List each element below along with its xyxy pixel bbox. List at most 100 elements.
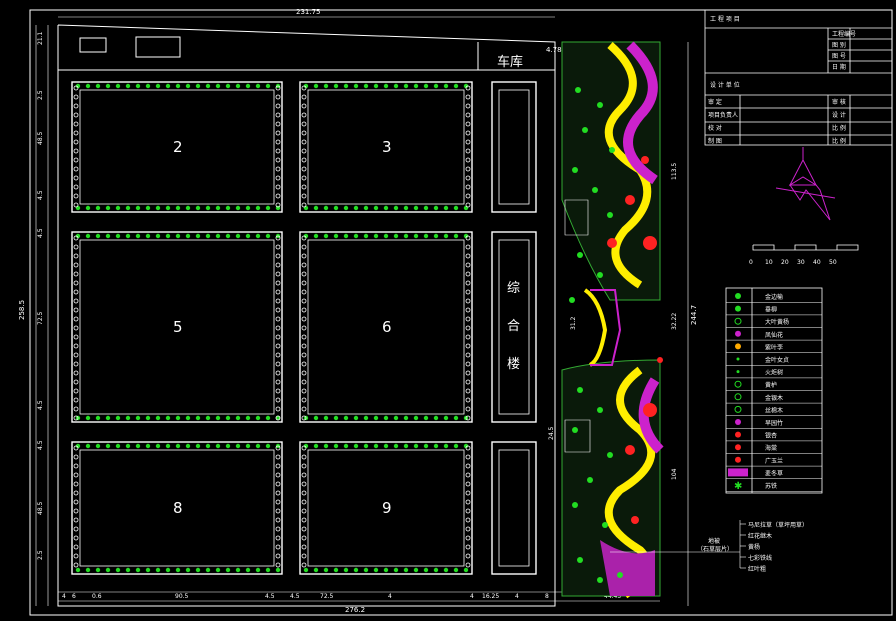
callout-item: 马尼拉草（草坪用草）	[748, 521, 808, 529]
title-block	[704, 9, 893, 146]
dim-bottom-label: 90.5	[175, 593, 189, 600]
callout-left-2: （石草层片）	[697, 545, 733, 553]
building-blocks: 2 3 5 6 8 9	[71, 81, 537, 575]
landscape-site-plan: 车库 2 3 5 6 8 9 综 合 楼 231.75 276.2 258.5 244.7…	[18, 8, 893, 616]
legend-label: 早园竹	[765, 419, 783, 427]
block-label-3: 3	[382, 138, 392, 156]
legend-label: 广玉兰	[765, 457, 783, 465]
plant-dot	[575, 87, 581, 93]
callout-item: 红花继木	[748, 532, 772, 540]
dim-bottom-label: 6	[72, 593, 76, 600]
dim-right-label: 104	[671, 468, 678, 480]
dim-bottom-label: 72.5	[320, 593, 334, 600]
block-6: 6	[299, 231, 473, 423]
legend-symbol	[734, 380, 742, 388]
title-mid-left-label: 审 定	[708, 98, 722, 106]
legend-symbol	[736, 357, 740, 361]
dim-bottom-label: 4.5	[290, 593, 300, 600]
plant-dot	[597, 272, 603, 278]
legend-item: 麦冬草	[726, 468, 822, 479]
scale-tick-label: 50	[829, 259, 837, 266]
dim-right-label: 32.22	[671, 313, 678, 330]
legend-label: 银杏	[765, 432, 777, 440]
complex-label-1: 综	[507, 281, 520, 296]
title-right-label: 工程编号	[832, 30, 856, 38]
title-mid-left-label: 校 对	[708, 124, 722, 132]
plant-dot	[597, 407, 603, 413]
dim-bottom-total: 276.2	[345, 606, 365, 614]
dim-left-label: 4.5	[37, 228, 44, 238]
legend-item: 银杏	[726, 431, 822, 442]
dim-right-total: 244.7	[690, 305, 698, 325]
legend-label: 海棠	[765, 444, 777, 452]
legend-label: 紫叶李	[765, 343, 783, 351]
plant-dot	[582, 127, 588, 133]
callout-item: 七彩铁线	[748, 554, 772, 562]
title-mid-right-label: 比 例	[832, 124, 846, 132]
legend-label: 苏铁	[765, 482, 777, 490]
legend-symbol	[734, 317, 742, 325]
legend-symbol	[735, 444, 741, 451]
side-block	[491, 441, 537, 575]
dim-right-label: 113.5	[671, 163, 678, 180]
plant-dot	[577, 387, 583, 393]
legend-label: 黄栌	[765, 381, 777, 389]
legend-item: 金银木	[726, 393, 822, 404]
dim-left-label: 2.5	[37, 90, 44, 100]
dim-left-label: 4.5	[37, 190, 44, 200]
scale-bar-ticks: 0 10 20 30 40 50	[749, 259, 837, 266]
block-9: 9	[299, 441, 473, 575]
dim-top-total: 231.75	[296, 8, 321, 16]
legend-label: 丝棉木	[765, 406, 783, 414]
dim-right-label: 31.2	[570, 316, 577, 330]
dim-right-label: 24.5	[548, 426, 555, 440]
plant-dot	[609, 147, 615, 153]
block-8: 8	[71, 441, 283, 575]
plant-dot	[572, 167, 578, 173]
north-arrow-icon	[775, 147, 836, 221]
dim-left-total: 258.5	[18, 300, 26, 320]
legend-label: 麦冬草	[765, 469, 783, 477]
plant-dot	[607, 212, 613, 218]
dim-left-label: 21.1	[37, 31, 44, 45]
dim-left-label: 48.5	[37, 501, 44, 515]
legend-symbol	[735, 456, 741, 463]
complex-label-2: 合	[507, 319, 520, 334]
legend-label: 金边榆	[765, 293, 783, 301]
legend-item: 垂柳	[726, 305, 822, 316]
scale-tick-label: 40	[813, 259, 821, 266]
plant-dot	[577, 252, 583, 258]
dim-bottom-label: 4	[515, 593, 519, 600]
legend-symbol	[735, 293, 741, 299]
legend-item: 大叶黄杨	[726, 317, 822, 328]
plant-dot	[577, 557, 583, 563]
site-outline	[57, 24, 556, 607]
title-right-label: 图 别	[832, 41, 846, 49]
scale-bar	[752, 244, 859, 251]
green-belt	[561, 41, 664, 599]
plant-dot	[597, 577, 603, 583]
callout-left-1: 地被	[708, 537, 720, 545]
garage-label: 车库	[497, 54, 523, 70]
legend-item: 早园竹	[726, 419, 822, 429]
title-mid-left-label: 项目负责人	[708, 111, 738, 119]
scale-tick-label: 0	[749, 259, 753, 266]
legend-item: 海棠	[726, 444, 822, 454]
dim-left-label: 2.5	[37, 550, 44, 560]
scale-tick-label: 20	[781, 259, 789, 266]
legend-item: 金边榆	[726, 293, 822, 303]
title-mid-right-label: 审 核	[832, 98, 846, 106]
legend-symbol	[735, 330, 741, 337]
left-dimensions: 21.1 2.5 48.5 4.5 4.5 72.5 4.5 4.5 48.5 2.5	[37, 31, 44, 560]
block-label-9: 9	[382, 499, 392, 517]
callout-items: 马尼拉草（草坪用草） 红花继木黄杨七彩铁线红叶粗	[740, 521, 808, 573]
legend-label: 火炬树	[765, 369, 783, 377]
plant-dot	[602, 522, 608, 528]
callout-item: 黄杨	[748, 543, 760, 551]
title-mid-right-label: 比 例	[832, 137, 846, 145]
callout-item: 红叶粗	[748, 565, 766, 573]
block-2: 2	[71, 81, 283, 213]
legend-label: 大叶黄杨	[765, 318, 789, 326]
dim-bottom-label: 16.25	[482, 593, 499, 600]
plant-dot	[587, 477, 593, 483]
